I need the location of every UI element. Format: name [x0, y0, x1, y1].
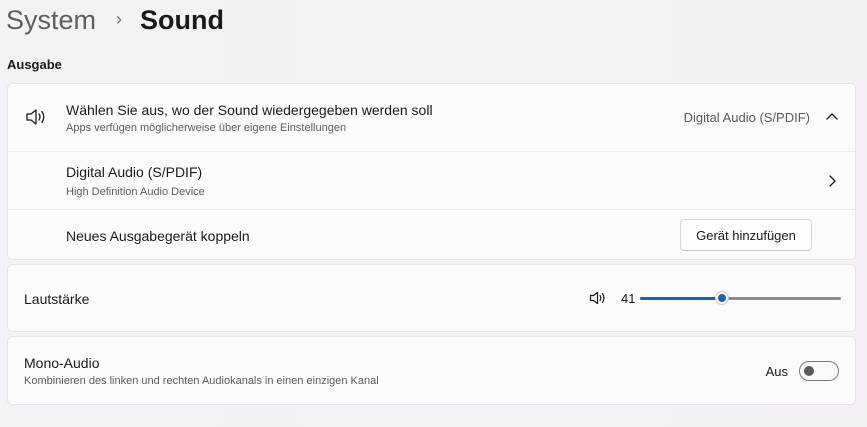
volume-label: Lautstärke	[24, 291, 90, 307]
pair-device-row: Neues Ausgabegerät koppeln Gerät hinzufü…	[8, 210, 855, 261]
output-select-subtitle: Apps verfügen möglicherweise über eigene…	[66, 122, 347, 134]
output-device-item[interactable]: Digital Audio (S/PDIF) High Definition A…	[8, 152, 855, 209]
mono-audio-toggle[interactable]	[799, 361, 839, 381]
toggle-knob	[804, 366, 814, 376]
mono-audio-card: Mono-Audio Kombinieren des linken und re…	[7, 336, 856, 405]
add-device-button[interactable]: Gerät hinzufügen	[680, 219, 812, 251]
output-device-subtitle: High Definition Audio Device	[66, 186, 205, 198]
chevron-right-icon[interactable]	[828, 175, 836, 187]
breadcrumb-system-link[interactable]: System	[6, 5, 96, 36]
volume-slider-thumb[interactable]	[715, 291, 729, 305]
breadcrumb-separator-icon: ›	[116, 8, 123, 29]
volume-value: 41	[621, 291, 636, 306]
speaker-low-icon[interactable]	[589, 291, 607, 305]
pair-device-title: Neues Ausgabegerät koppeln	[66, 228, 250, 244]
mono-audio-subtitle: Kombinieren des linken und rechten Audio…	[24, 375, 379, 387]
output-device-selector[interactable]: Wählen Sie aus, wo der Sound wiedergegeb…	[8, 84, 855, 151]
breadcrumb: System › Sound	[6, 2, 224, 38]
speaker-icon	[26, 109, 45, 125]
mono-audio-title: Mono-Audio	[24, 355, 100, 371]
chevron-up-icon[interactable]	[826, 112, 838, 120]
volume-slider[interactable]	[640, 291, 841, 307]
output-card: Wählen Sie aus, wo der Sound wiedergegeb…	[7, 83, 856, 260]
output-selected-value: Digital Audio (S/PDIF)	[683, 110, 810, 125]
output-device-name: Digital Audio (S/PDIF)	[66, 164, 203, 180]
mono-audio-state-label: Aus	[765, 364, 788, 379]
volume-card: Lautstärke 41	[7, 264, 856, 332]
section-title-output: Ausgabe	[7, 57, 62, 72]
output-select-title: Wählen Sie aus, wo der Sound wiedergegeb…	[66, 102, 433, 118]
volume-slider-fill	[640, 297, 722, 300]
page-title: Sound	[140, 4, 225, 35]
